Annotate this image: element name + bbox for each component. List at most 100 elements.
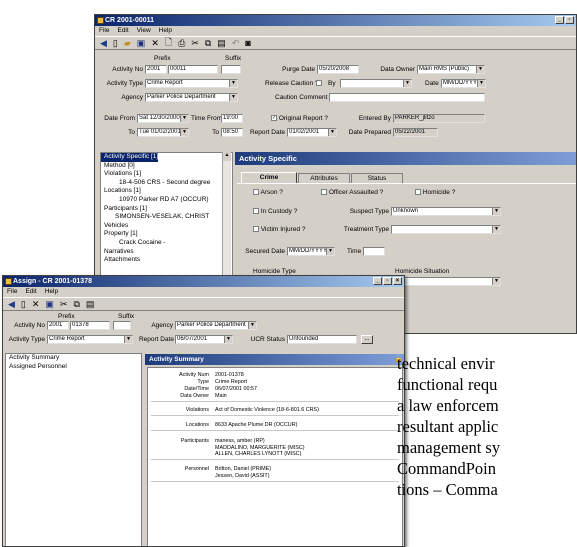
activity-type-select[interactable]: Crime Report ▼: [145, 79, 238, 88]
chevron-down-icon[interactable]: ▼: [224, 336, 232, 343]
suspect-type-select[interactable]: Unknown ▼: [391, 207, 501, 216]
tab-crime[interactable]: Crime: [241, 172, 297, 183]
tree-item-participant-1[interactable]: SIMONSEN-VESELAK, CHRIST: [101, 213, 232, 222]
by-select[interactable]: ▼: [340, 79, 412, 88]
data-owner-select[interactable]: Main RMS (Public) ▼: [417, 65, 485, 74]
homicide-checkbox[interactable]: Homicide ?: [415, 188, 455, 197]
back-arrow-icon[interactable]: ◀: [8, 299, 15, 310]
minimize-button[interactable]: _: [555, 16, 564, 24]
report-date-field[interactable]: 06/07/2001 ▼: [175, 335, 233, 344]
tree-item-narratives[interactable]: Narratives: [101, 248, 232, 257]
menu-edit[interactable]: Edit: [117, 26, 128, 36]
activity-prefix-field[interactable]: 2001: [47, 321, 69, 330]
release-caution-checkbox[interactable]: [316, 79, 322, 88]
ucr-lookup-button[interactable]: ...: [361, 335, 373, 344]
tree-item-activity-specific[interactable]: Activity Specific [1]: [101, 153, 159, 162]
date-from-field[interactable]: Sat 12/30/2000 ▼: [137, 114, 189, 123]
chevron-down-icon[interactable]: ▼: [492, 226, 500, 233]
cut-icon[interactable]: ✂: [191, 38, 199, 49]
tree-item-vehicles[interactable]: Vehicles: [101, 222, 232, 231]
copy-icon[interactable]: ⧉: [73, 299, 79, 310]
chevron-down-icon[interactable]: ▼: [492, 278, 500, 285]
chevron-down-icon[interactable]: ▼: [248, 322, 256, 329]
menu-help[interactable]: Help: [45, 287, 58, 297]
tree-item-locations[interactable]: Locations [1]: [101, 187, 232, 196]
tab-status[interactable]: Status: [351, 173, 403, 183]
new-icon[interactable]: ▯: [21, 299, 26, 310]
menu-view[interactable]: View: [137, 26, 151, 36]
secured-time-field[interactable]: [363, 247, 385, 256]
cut-icon[interactable]: ✂: [60, 299, 68, 310]
paste-icon[interactable]: ▤: [86, 299, 95, 310]
activity-type-select[interactable]: Crime Report ▼: [47, 335, 133, 344]
menu-file[interactable]: File: [7, 287, 17, 297]
tree-item-violations[interactable]: Violations [1]: [101, 170, 232, 179]
tree-item-assigned-personnel[interactable]: Assigned Personnel: [6, 363, 141, 372]
print-icon[interactable]: ⎙: [178, 38, 185, 49]
chevron-down-icon[interactable]: ▼: [180, 115, 188, 122]
tree-item-property-1[interactable]: Crack Cocaine -: [101, 239, 232, 248]
delete-icon[interactable]: ✕: [32, 299, 40, 310]
original-report-checkbox[interactable]: ✓ Original Report ?: [271, 114, 328, 123]
activity-suffix-field[interactable]: [113, 321, 131, 330]
activity-prefix-field[interactable]: 2001: [145, 65, 167, 74]
chevron-down-icon[interactable]: ▼: [229, 94, 237, 101]
tree-item-participants[interactable]: Participants [1]: [101, 205, 232, 214]
tab-attributes[interactable]: Attributes: [298, 173, 350, 183]
menu-file[interactable]: File: [99, 26, 109, 36]
time-to-field[interactable]: 08:50: [221, 128, 243, 137]
save-icon[interactable]: ▣: [45, 299, 54, 310]
agency-select[interactable]: Parker Police Department ▼: [175, 321, 257, 330]
homicide-situation-select[interactable]: ▼: [391, 277, 501, 286]
close-button[interactable]: ×: [393, 277, 402, 285]
menu-edit[interactable]: Edit: [25, 287, 36, 297]
secured-date-field[interactable]: MM/DD/YYYY ▼: [287, 247, 335, 256]
arson-checkbox[interactable]: Arson ?: [253, 188, 283, 197]
ucr-status-field[interactable]: Unfounded: [287, 335, 357, 344]
back-window-titlebar[interactable]: CR 2001-00011 _ ▫: [95, 15, 576, 26]
tree-item-method[interactable]: Method [0]: [101, 162, 232, 171]
treatment-type-select[interactable]: ▼: [391, 225, 501, 234]
copy-icon[interactable]: ⧉: [205, 38, 211, 49]
paste-icon[interactable]: ▤: [217, 38, 226, 49]
caution-comment-field[interactable]: [329, 93, 485, 102]
activity-suffix-field[interactable]: [221, 65, 241, 74]
tree-item-activity-summary[interactable]: Activity Summary: [6, 354, 141, 363]
tree-item-violation-1[interactable]: 18-4-506 CRS - Second degree: [101, 179, 232, 188]
back-arrow-icon[interactable]: ◀: [100, 38, 107, 49]
victim-injured-checkbox[interactable]: Victim Injured ?: [253, 225, 306, 234]
activity-no-field[interactable]: 00011: [168, 65, 218, 74]
chevron-down-icon[interactable]: ▼: [403, 80, 411, 87]
agency-select[interactable]: Parker Police Department ▼: [145, 93, 238, 102]
delete-icon[interactable]: ✕: [151, 38, 159, 49]
undo-icon[interactable]: ↶: [232, 38, 240, 49]
new-icon[interactable]: ▯: [113, 38, 118, 49]
chevron-down-icon[interactable]: ▼: [492, 208, 500, 215]
officer-assaulted-checkbox[interactable]: Officer Assaulted ?: [321, 188, 383, 197]
chevron-down-icon[interactable]: ▼: [124, 336, 132, 343]
maximize-button[interactable]: ▫: [383, 277, 392, 285]
save-icon[interactable]: ▣: [137, 38, 146, 49]
report-date-field[interactable]: 01/02/2001 ▼: [287, 128, 337, 137]
in-custody-checkbox[interactable]: In Custody ?: [253, 207, 297, 216]
maximize-button[interactable]: ▫: [565, 16, 574, 24]
chevron-down-icon[interactable]: ▼: [180, 129, 188, 136]
open-icon[interactable]: ▰: [124, 38, 131, 49]
chevron-down-icon[interactable]: ▼: [477, 80, 485, 87]
print-preview-icon[interactable]: 🗋: [165, 35, 172, 51]
chevron-down-icon[interactable]: ▼: [326, 248, 334, 255]
chevron-down-icon[interactable]: ▼: [328, 129, 336, 136]
chevron-down-icon[interactable]: ▼: [229, 80, 237, 87]
front-window-titlebar[interactable]: Assign - CR 2001-01378 _ ▫ ×: [3, 276, 404, 287]
tree-item-attachments[interactable]: Attachments: [101, 256, 232, 265]
date-to-field[interactable]: Tue 01/02/2001 ▼: [137, 128, 189, 137]
time-from-field[interactable]: 19:00: [221, 114, 243, 123]
chevron-down-icon[interactable]: ▼: [476, 66, 484, 73]
scroll-up-icon[interactable]: ▲: [223, 152, 231, 161]
minimize-button[interactable]: _: [373, 277, 382, 285]
caution-date-field[interactable]: MM/DD/YYYY ▼: [441, 79, 486, 88]
tree-item-property[interactable]: Property [1]: [101, 230, 232, 239]
purge-date-field[interactable]: 05/20/2008: [317, 65, 359, 74]
activity-no-field[interactable]: 01378: [70, 321, 110, 330]
camera-icon[interactable]: ◙: [245, 38, 250, 48]
